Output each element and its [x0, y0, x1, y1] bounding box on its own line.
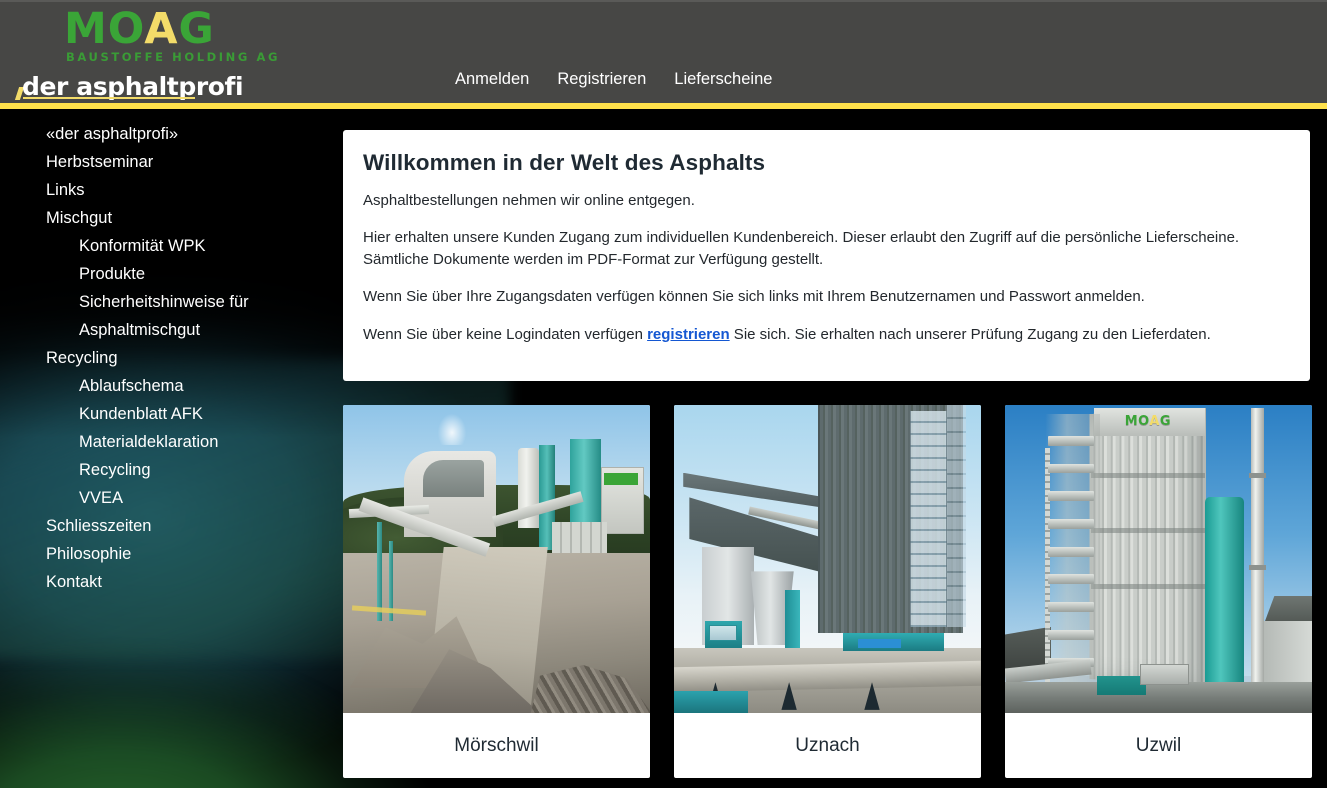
page-title: Willkommen in der Welt des Asphalts [363, 150, 766, 175]
plant-moag-sign: MOAG [1124, 414, 1172, 430]
location-caption-uznach: Uznach [795, 734, 860, 756]
sidebar-item-philosophie[interactable]: Philosophie [0, 540, 330, 568]
location-card-moerschwil[interactable]: Mörschwil [343, 405, 650, 778]
moag-wordmark: MOAG [64, 7, 215, 51]
register-hint-prefix: Wenn Sie über keine Logindaten verfügen [363, 326, 648, 343]
sidebar-item-vvea[interactable]: VVEA [0, 484, 330, 512]
site-header: MOAG BAUSTOFFE HOLDING AG der asphaltpro… [0, 0, 1327, 103]
sidebar-item-ablaufschema[interactable]: Ablaufschema [0, 372, 330, 400]
moag-wordmark-accent: A [144, 4, 179, 54]
location-photo-uznach [674, 405, 981, 713]
location-photo-moerschwil [343, 405, 650, 713]
moag-tagline: BAUSTOFFE HOLDING AG [66, 50, 281, 64]
location-caption-uzwil: Uzwil [1135, 734, 1182, 756]
sidebar-item-materialdeklaration[interactable]: Materialdeklaration [0, 428, 330, 456]
sidebar-item-der-asphaltprofi[interactable]: «der asphaltprofi» [0, 120, 330, 148]
sidebar-item-recycling-sub[interactable]: Recycling [0, 456, 330, 484]
page-root: MOAG BAUSTOFFE HOLDING AG der asphaltpro… [0, 0, 1327, 788]
header-accent-bar [0, 103, 1327, 109]
location-card-uzwil[interactable]: MOAG Uzwil [1005, 405, 1312, 778]
register-link[interactable]: registrieren [647, 326, 730, 343]
sidebar-item-kundenblatt-afk[interactable]: Kundenblatt AFK [0, 400, 330, 428]
register-hint-paragraph: Wenn Sie über keine Logindaten verfügen … [363, 324, 1288, 346]
sidebar-navigation: «der asphaltprofi» Herbstseminar Links M… [0, 120, 330, 596]
location-card-uznach[interactable]: Uznach [674, 405, 981, 778]
sidebar-item-mischgut[interactable]: Mischgut [0, 204, 330, 232]
sidebar-item-links[interactable]: Links [0, 176, 330, 204]
sidebar-item-sicherheitshinweise-fuer[interactable]: Sicherheitshinweise für [0, 288, 330, 316]
sidebar-item-produkte[interactable]: Produkte [0, 260, 330, 288]
sidebar-item-recycling[interactable]: Recycling [0, 344, 330, 372]
register-hint-suffix: Sie sich. Sie erhalten nach unserer Prüf… [729, 326, 1211, 343]
info-paragraph: Hier erhalten unsere Kunden Zugang zum i… [363, 229, 1240, 268]
intro-paragraph: Asphaltbestellungen nehmen wir online en… [363, 192, 695, 209]
topnav-item-anmelden[interactable]: Anmelden [455, 70, 529, 89]
asphaltprofi-underline [23, 97, 195, 99]
top-navigation: Anmelden Registrieren Lieferscheine [455, 70, 772, 89]
sidebar-item-schliesszeiten[interactable]: Schliesszeiten [0, 512, 330, 540]
topnav-item-registrieren[interactable]: Registrieren [557, 70, 646, 89]
brand-logo[interactable]: MOAG BAUSTOFFE HOLDING AG der asphaltpro… [0, 2, 330, 103]
moag-wordmark-part1: MO [64, 4, 145, 54]
topnav-item-lieferscheine[interactable]: Lieferscheine [674, 70, 772, 89]
sidebar-item-konformitaet-wpk[interactable]: Konformität WPK [0, 232, 330, 260]
sidebar-item-kontakt[interactable]: Kontakt [0, 568, 330, 596]
moag-wordmark-part2: G [178, 4, 215, 54]
login-hint-paragraph: Wenn Sie über Ihre Zugangsdaten verfügen… [363, 288, 1145, 305]
sidebar-item-herbstseminar[interactable]: Herbstseminar [0, 148, 330, 176]
sidebar-item-asphaltmischgut[interactable]: Asphaltmischgut [0, 316, 330, 344]
welcome-panel: Willkommen in der Welt des Asphalts Asph… [343, 130, 1310, 381]
location-photo-uzwil: MOAG [1005, 405, 1312, 713]
location-card-list: Mörschwil Uznach MOAG Uzwil [343, 405, 1313, 778]
location-caption-moerschwil: Mörschwil [454, 734, 539, 756]
